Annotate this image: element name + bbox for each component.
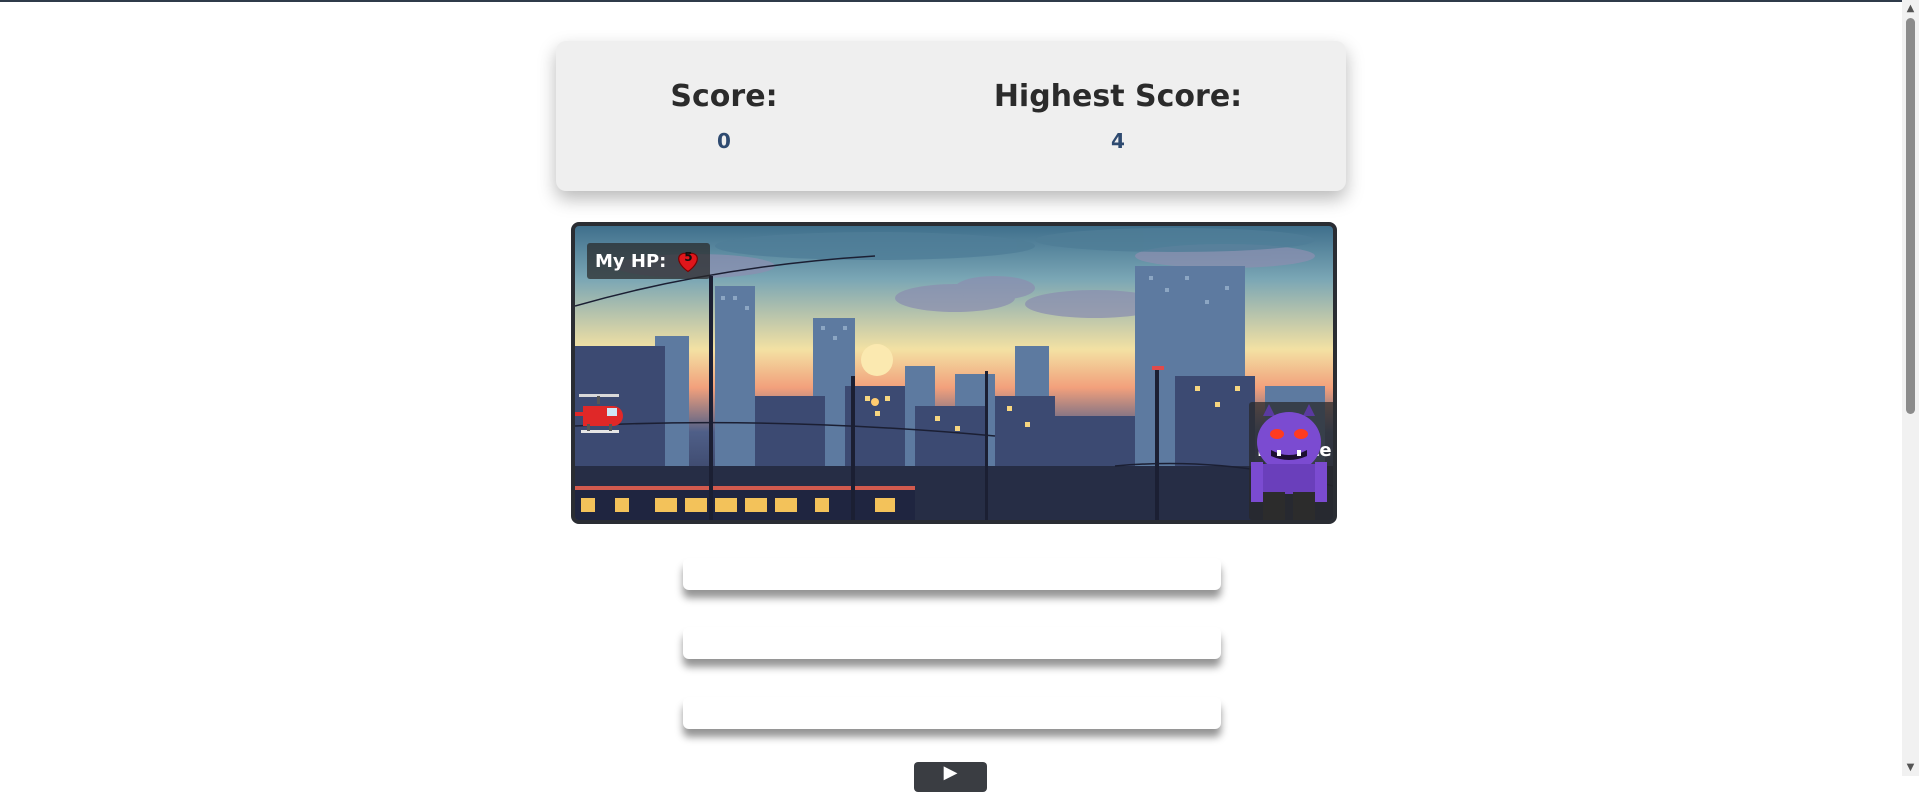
answer-option-3[interactable] (683, 697, 1221, 729)
score-label: Score: (670, 79, 778, 114)
scroll-down-icon[interactable]: ▼ (1902, 759, 1919, 776)
play-icon: ▶ (943, 762, 958, 783)
current-score: Score: 0 (574, 41, 874, 153)
highest-score-value: 4 (1111, 129, 1125, 153)
my-hp-label: My HP: (595, 250, 667, 272)
vertical-scrollbar[interactable]: ▲ ▼ (1902, 0, 1919, 776)
highest-score: Highest Score: 4 (968, 41, 1268, 153)
scrollbar-thumb[interactable] (1906, 18, 1915, 414)
purple-monster-icon (1251, 404, 1327, 520)
my-hp-display: My HP: 5 (587, 243, 711, 279)
game-canvas[interactable]: My HP: 5 Monster HP: 5 (571, 222, 1337, 524)
answer-option-1[interactable] (683, 558, 1221, 590)
helicopter-icon (575, 394, 623, 433)
play-button[interactable]: ▶ (914, 762, 987, 792)
answer-option-2[interactable] (683, 627, 1221, 659)
scroll-up-icon[interactable]: ▲ (1902, 0, 1919, 17)
my-hp-value: 5 (684, 250, 693, 264)
highest-score-label: Highest Score: (993, 79, 1243, 114)
score-value: 0 (717, 129, 731, 153)
heart-icon: 5 (674, 247, 702, 275)
score-panel: Score: 0 Highest Score: 4 (556, 41, 1346, 191)
top-border (0, 0, 1902, 2)
